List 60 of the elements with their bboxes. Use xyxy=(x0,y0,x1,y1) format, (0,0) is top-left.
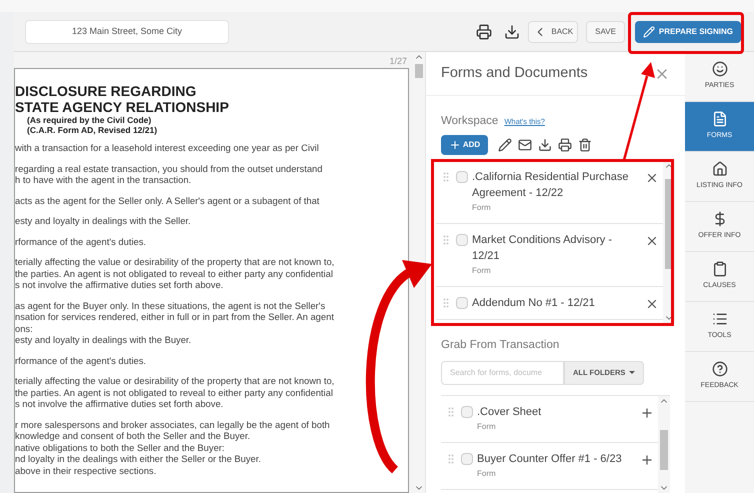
page-number: 1/27 xyxy=(389,56,407,66)
checkbox[interactable] xyxy=(456,171,468,184)
panel-title: Forms and Documents xyxy=(441,64,588,83)
document-heading: STATE AGENCY RELATIONSHIP xyxy=(15,99,230,115)
scrollbar-thumb[interactable] xyxy=(415,64,423,78)
checkbox[interactable] xyxy=(461,452,473,464)
grab-label: Grab From Transaction xyxy=(440,338,560,354)
document-title: .California Residential Purchase Agreement - 12/22 xyxy=(472,170,630,202)
checkbox[interactable] xyxy=(461,406,473,418)
add-icon[interactable] xyxy=(640,406,654,420)
scrollbar-thumb[interactable] xyxy=(660,430,668,470)
document-type: Form xyxy=(477,468,497,480)
document-paragraph: esty and loyalty in dealings with the Seller. xyxy=(15,215,192,226)
document-title: .Cover Sheet xyxy=(477,404,542,420)
document-subheading: (C.A.R. Form AD, Revised 12/21) xyxy=(27,125,158,135)
document-paragraph: terially affecting the value or desirability of the property that are not known to, the parties. An agent is not obligated to reveal to either party any confidential s not involve the affirmative duties set forth above. xyxy=(15,375,336,410)
caret-icon xyxy=(629,371,636,374)
print-icon[interactable] xyxy=(558,138,572,152)
document-paragraph: acts as the agent for the Seller only. A Seller's agent or a subagent of that xyxy=(15,194,320,206)
tools-icon xyxy=(712,311,728,328)
document-paragraph: rformance of the agent's duties. xyxy=(15,236,148,247)
trash-icon[interactable] xyxy=(578,138,592,152)
document-type: Form xyxy=(477,420,497,432)
document-paragraph: r more salespersons and broker associates, can legally be the agent of both knowledge and consent of both the Seller and the Buyer. native obligations to both the Seller and the Buyer: nd loyalty in the dealings with either the Seller or the Buyer. above in their respective sections. xyxy=(15,418,331,476)
scrollbar[interactable] xyxy=(658,396,670,493)
scrollbar[interactable] xyxy=(413,52,425,493)
workspace-label: Workspace xyxy=(441,114,498,129)
document-type: Form xyxy=(472,202,492,214)
search-field[interactable]: Search for forms, docume xyxy=(441,360,564,384)
download-icon[interactable] xyxy=(538,138,552,152)
mail-icon[interactable] xyxy=(518,138,532,152)
document-type: Form xyxy=(472,265,492,278)
back-button[interactable]: BACK xyxy=(528,20,578,42)
pencil-icon xyxy=(642,26,655,38)
download-icon[interactable] xyxy=(504,24,520,40)
document-subheading: (As required by the Civil Code) xyxy=(27,115,152,125)
document-paragraph: terially affecting the value or desirability of the property that are not known to, the parties. An agent is not obligated to reveal to either party any confidential s not involve the affirmative duties set forth above. xyxy=(15,256,336,290)
address-field[interactable]: 123 Main Street, Some City xyxy=(25,20,229,44)
checkbox[interactable] xyxy=(456,234,468,246)
add-icon[interactable] xyxy=(640,452,654,466)
document-title: Buyer Counter Offer #1 - 6/23 xyxy=(477,452,623,466)
prepare-signing-button[interactable]: PREPARE SIGNING xyxy=(634,20,741,42)
checkbox[interactable] xyxy=(456,297,468,310)
document-title: Market Conditions Advisory - 12/21 xyxy=(472,233,613,264)
document-paragraph: regarding a real estate transaction, you should from the outset understand h to have with the agent in the transaction. xyxy=(15,162,324,186)
document-heading: DISCLOSURE REGARDING xyxy=(15,83,198,99)
document-title: Addendum No #1 - 12/21 xyxy=(472,296,596,312)
pencil-icon[interactable] xyxy=(498,138,512,152)
save-button[interactable]: SAVE xyxy=(586,20,625,42)
feedback-icon xyxy=(712,361,728,378)
listing-icon xyxy=(712,161,728,178)
parties-icon xyxy=(712,61,728,78)
plus-icon xyxy=(448,139,461,152)
add-button[interactable]: ADD xyxy=(441,135,488,156)
print-icon[interactable] xyxy=(476,24,492,40)
clauses-icon xyxy=(712,261,728,278)
document-paragraph: as agent for the Buyer only. In these situations, the agent is not the Seller's nsation for services rendered, either in full or in part from the Seller. An agent ons: esty and loyalty in dealings with the Buyer. xyxy=(15,300,335,346)
document-paragraph: rformance of the agent's duties. xyxy=(15,354,148,366)
forms-icon xyxy=(712,111,728,128)
document-paragraph: with a transaction for a leasehold interest exceeding one year as per Civil xyxy=(15,142,320,154)
